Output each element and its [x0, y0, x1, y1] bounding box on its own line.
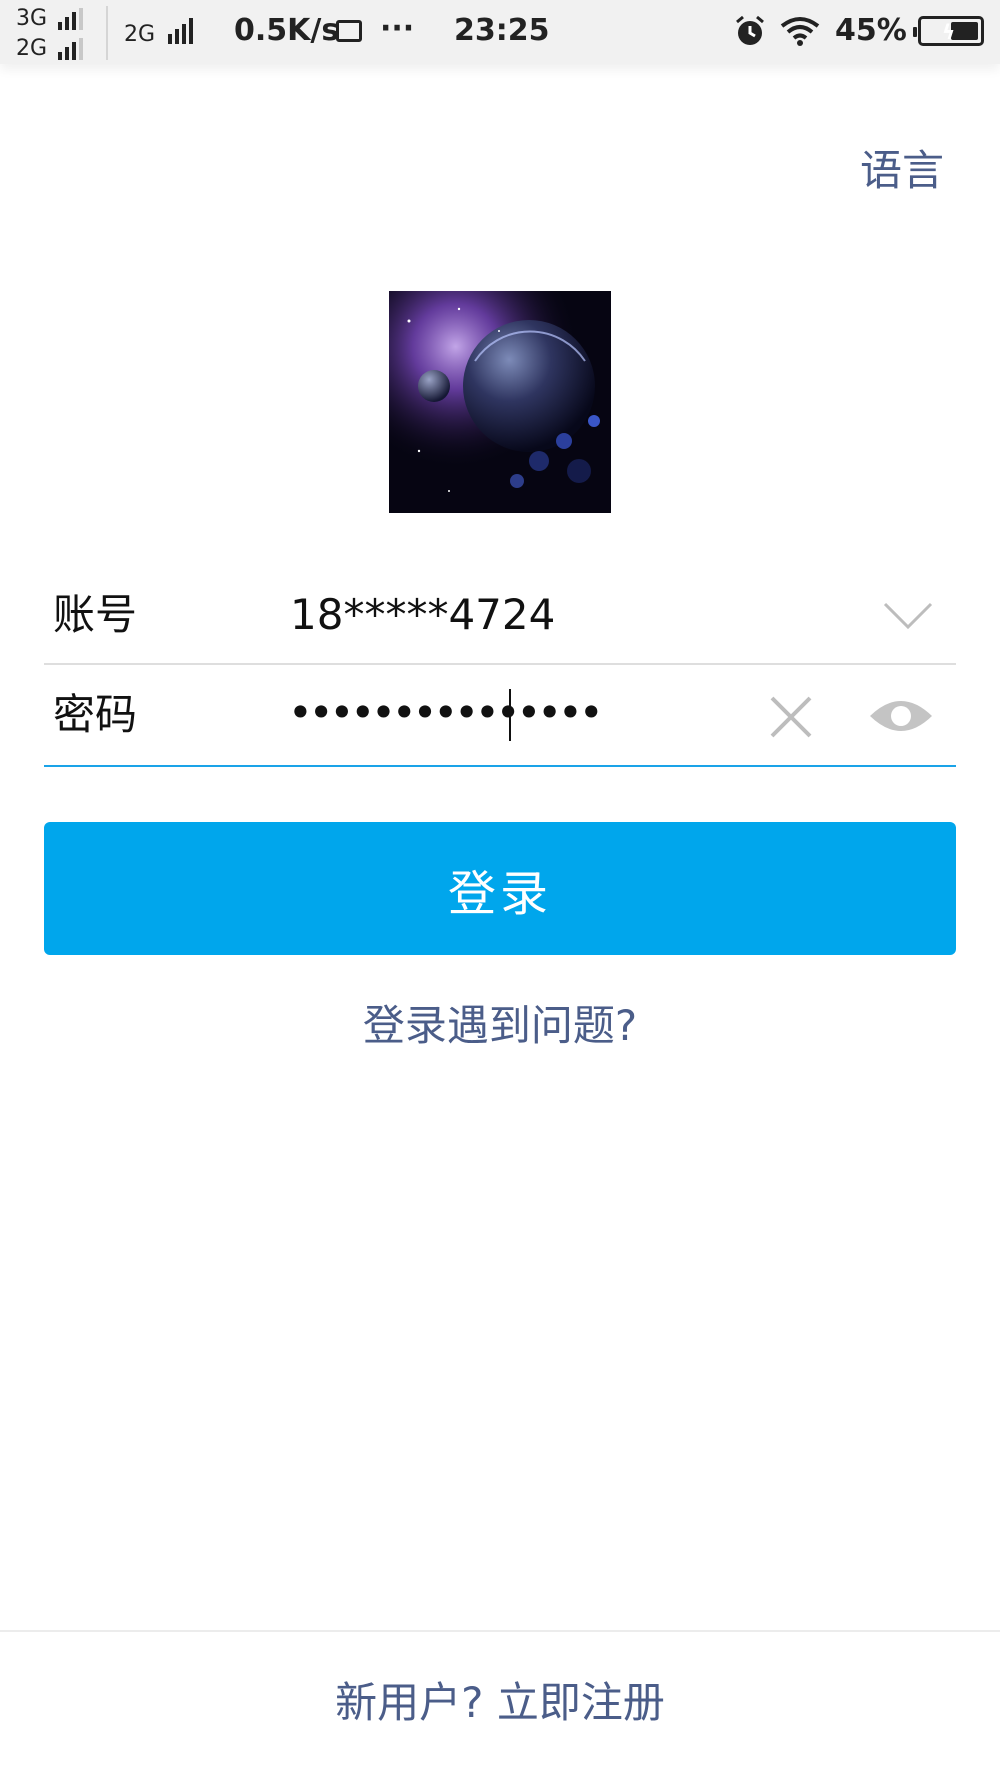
signal-icon-sim2 [168, 18, 193, 44]
password-divider-active [44, 765, 956, 767]
login-button[interactable]: 登录 [44, 822, 956, 955]
more-notifications-icon: ··· [380, 11, 415, 46]
wifi-icon [780, 17, 820, 46]
bottom-divider [0, 1630, 1000, 1632]
account-label: 账号 [53, 590, 138, 639]
avatar [389, 291, 611, 513]
signal-icon-sim1 [58, 8, 83, 30]
status-bar: 3G 2G 2G 0.5K/s ··· 23:25 45% ϟ [0, 0, 1000, 64]
language-link[interactable]: 语言 [860, 146, 944, 196]
alarm-icon [736, 15, 764, 45]
battery-percent: 45% [835, 13, 907, 48]
password-input[interactable]: ••••••••••••••• [288, 688, 604, 738]
register-link[interactable]: 新用户? 立即注册 [0, 1675, 1000, 1731]
mail-notification-icon [336, 20, 362, 42]
network-label-2g: 2G [16, 36, 48, 61]
login-button-label: 登录 [447, 865, 552, 922]
status-separator [106, 6, 108, 60]
signal-icon-sim1-secondary [58, 38, 83, 60]
clear-icon[interactable] [768, 694, 814, 740]
password-label: 密码 [53, 690, 138, 739]
network-label-3g: 3G [16, 6, 48, 31]
text-cursor [509, 689, 511, 741]
planet-avatar-image [389, 291, 611, 513]
show-password-eye-icon[interactable] [868, 694, 934, 738]
clock-time: 23:25 [454, 13, 550, 48]
account-divider [44, 663, 956, 665]
network-speed: 0.5K/s [234, 13, 340, 48]
chevron-down-icon[interactable] [882, 600, 934, 632]
battery-icon: ϟ [913, 16, 984, 46]
account-input[interactable]: 18*****4724 [290, 590, 555, 640]
network-label-2g-sim2: 2G [124, 22, 156, 47]
login-help-link[interactable]: 登录遇到问题? [0, 998, 1000, 1054]
